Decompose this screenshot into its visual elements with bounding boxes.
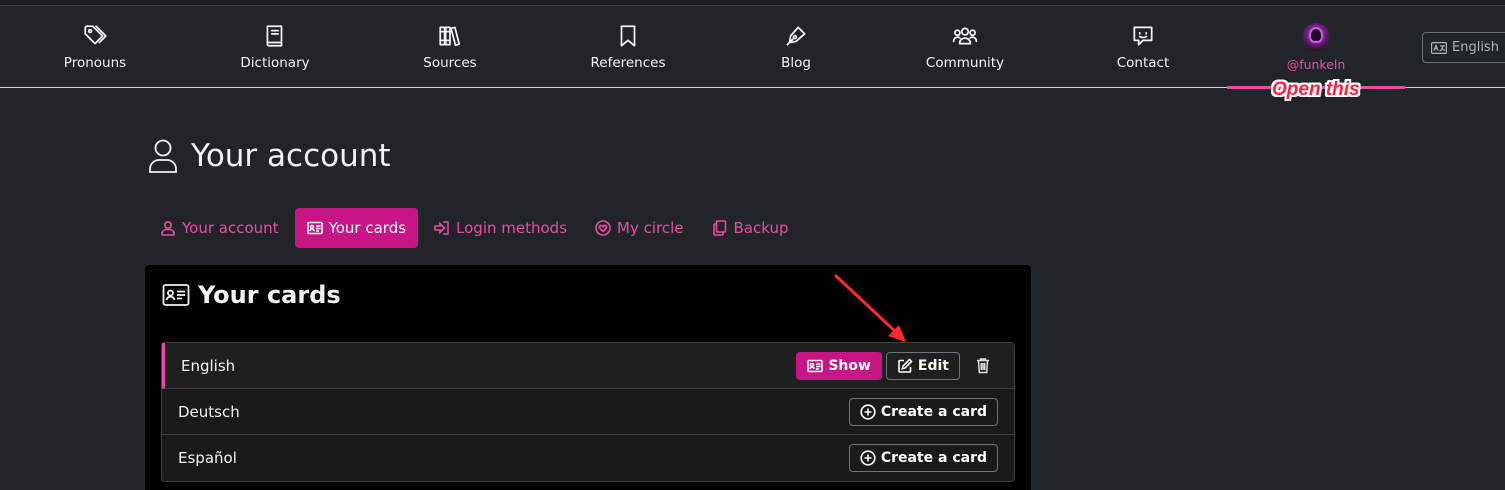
card-language: Deutsch: [178, 402, 240, 421]
trash-icon: [977, 358, 989, 374]
tab-label: My circle: [617, 219, 684, 237]
tab-label: Backup: [733, 219, 789, 237]
card-language: Español: [178, 449, 237, 467]
nav-label: References: [590, 55, 666, 71]
nav-item-dictionary[interactable]: Dictionary: [186, 6, 364, 88]
nav-label: Pronouns: [63, 55, 127, 71]
nav-item-blog[interactable]: Blog: [707, 6, 885, 88]
tab-your-account[interactable]: Your account: [148, 208, 291, 248]
plus-circle-icon: [860, 450, 876, 466]
list-item: Deutsch Create a card: [162, 389, 1014, 435]
show-card-button[interactable]: Show: [796, 351, 882, 380]
tab-my-circle[interactable]: My circle: [583, 208, 695, 248]
annotation-open-this: Open this: [1272, 79, 1360, 100]
panel-title: Your cards: [162, 281, 341, 309]
pen-nib-icon: [786, 26, 806, 46]
delete-card-button[interactable]: [968, 352, 998, 380]
button-label: Create a card: [880, 450, 987, 466]
user-icon: [161, 220, 175, 236]
tab-backup[interactable]: Backup: [700, 208, 801, 248]
nav-item-pronouns[interactable]: Pronouns: [6, 6, 184, 88]
nav-label: Community: [925, 55, 1005, 71]
nav-label: Contact: [1116, 55, 1170, 71]
tab-label: Your cards: [328, 219, 407, 237]
tab-login-methods[interactable]: Login methods: [422, 208, 579, 248]
user-icon: [149, 139, 177, 173]
id-card-icon: [162, 284, 190, 306]
button-label: Edit: [917, 357, 949, 374]
list-item: Español Create a card: [162, 435, 1014, 481]
id-card-icon: [807, 359, 824, 372]
edit-icon: [898, 357, 913, 373]
nav-label: Sources: [423, 55, 477, 71]
id-card-icon: [306, 221, 323, 235]
users-icon: [952, 27, 978, 45]
copy-icon: [712, 220, 726, 236]
nav-item-sources[interactable]: Sources: [361, 6, 539, 88]
button-label: Show: [828, 357, 871, 374]
tab-your-cards[interactable]: Your cards: [294, 208, 419, 248]
nav-label: Blog: [781, 55, 811, 71]
comment-icon: [1133, 26, 1153, 46]
sign-in-icon: [434, 221, 449, 235]
main-navbar: Pronouns Dictionary Sources References B…: [0, 6, 1505, 89]
button-label: Create a card: [880, 403, 987, 420]
bookmark-icon: [620, 25, 636, 47]
account-tabs: Your account Your cards Login methods My…: [148, 208, 804, 248]
cards-list: English Show Edit Deutsch Create a card: [161, 342, 1015, 482]
card-language: English: [181, 356, 236, 375]
nav-label: Dictionary: [240, 55, 310, 71]
row-actions: Show Edit: [796, 351, 998, 380]
language-label: English: [1452, 40, 1499, 55]
plus-circle-icon: [860, 403, 876, 420]
avatar: [1302, 22, 1330, 51]
nav-item-user-account[interactable]: @funkeln: [1227, 6, 1405, 89]
your-cards-panel: Your cards English Show Edit Deutsch Cre…: [145, 265, 1031, 490]
tab-label: Login methods: [456, 219, 568, 237]
nav-item-references[interactable]: References: [539, 6, 717, 88]
list-item: English Show Edit: [162, 343, 1014, 389]
books-icon: [439, 26, 461, 47]
create-card-button[interactable]: Create a card: [848, 444, 998, 472]
panel-title-text: Your cards: [198, 281, 341, 309]
tags-icon: [84, 25, 107, 45]
edit-card-button[interactable]: Edit: [885, 351, 960, 380]
heart-circle-icon: [595, 220, 611, 236]
book-icon: [266, 25, 283, 47]
nav-user-label: @funkeln: [1286, 56, 1346, 72]
language-selector-button[interactable]: English: [1422, 32, 1505, 63]
nav-item-community[interactable]: Community: [876, 6, 1054, 88]
page-title-text: Your account: [191, 138, 391, 174]
nav-item-contact[interactable]: Contact: [1054, 6, 1232, 88]
tab-label: Your account: [182, 219, 279, 237]
language-icon: [1431, 41, 1447, 54]
page-title: Your account: [147, 138, 391, 174]
create-card-button[interactable]: Create a card: [848, 397, 998, 426]
